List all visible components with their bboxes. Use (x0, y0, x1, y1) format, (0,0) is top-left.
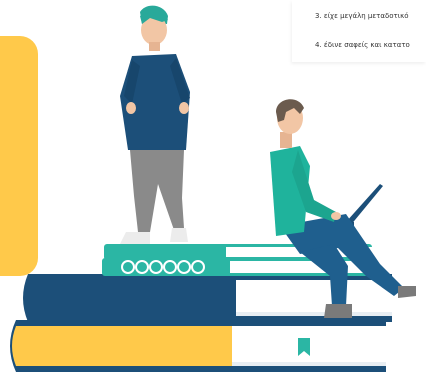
books-and-people-illustration (10, 5, 416, 372)
standing-person (120, 5, 190, 244)
illustration-stage: 3. είχε μεγάλη μεταδοτικό 4. έδινε σαφεί… (0, 0, 426, 382)
book-bottom-yellow (10, 320, 386, 372)
